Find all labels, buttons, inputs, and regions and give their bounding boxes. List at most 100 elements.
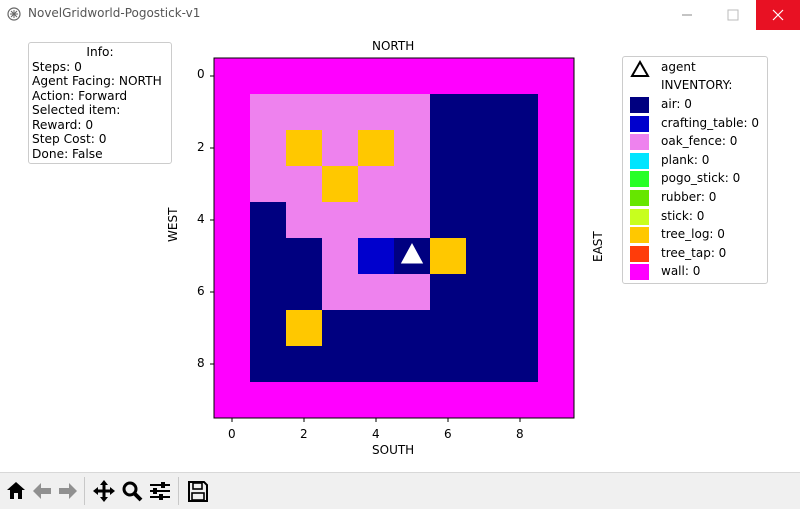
legend-swatch [630,152,649,169]
grid-cell-air [466,346,503,383]
home-button[interactable] [4,478,28,504]
legend-swatch [630,208,649,225]
grid-cell-air [502,202,539,239]
grid-cell-oak-fence [358,274,395,311]
pan-icon [93,480,115,502]
grid-cell-air [358,310,395,347]
back-arrow-icon [33,483,51,499]
grid-cell-wall [538,346,575,383]
grid-cell-air [322,310,359,347]
grid-cell-wall [214,202,251,239]
legend-box: agent INVENTORY: air: 0 crafting_table: 0… [622,56,768,284]
y-tick-label: 6 [197,284,205,298]
window-title: NovelGridworld-Pogostick-v1 [28,6,201,20]
legend-label: pogo_stick: 0 [661,171,741,186]
grid-cell-tree-log [430,238,467,275]
grid-cell-wall [430,382,467,419]
grid-cell-wall [214,58,251,95]
forward-button[interactable] [56,478,80,504]
grid-cell-oak-fence [250,166,287,203]
legend-item-tree-tap: tree_tap: 0 [623,245,767,263]
grid-cell-oak-fence [358,94,395,131]
minimize-button[interactable] [664,0,710,30]
grid-cell-tree-log [286,130,323,167]
close-button[interactable] [756,0,800,30]
grid-cell-wall [214,310,251,347]
grid-cell-wall [394,58,431,95]
legend-label: tree_tap: 0 [661,245,727,260]
grid-cell-oak-fence [322,94,359,131]
grid-cell-air [430,94,467,131]
grid-cell-oak-fence [394,274,431,311]
grid-cell-oak-fence [394,94,431,131]
grid-cell-tree-log [322,166,359,203]
app-icon [7,7,21,21]
grid-cell-oak-fence [322,238,359,275]
legend-label: crafting_table: 0 [661,115,760,130]
grid-cell-crafting-table [358,238,395,275]
grid-cell-wall [538,130,575,167]
home-icon [7,482,25,499]
y-tick-label: 2 [197,140,205,154]
grid-cell-air [430,202,467,239]
back-button[interactable] [30,478,54,504]
grid-cell-air [466,310,503,347]
grid-cell-air [250,238,287,275]
grid-cell-wall [322,382,359,419]
grid-cell-wall [214,94,251,131]
grid-cell-wall [358,382,395,419]
grid-cell-oak-fence [394,202,431,239]
grid-cell-oak-fence [250,94,287,131]
grid-cell-wall [430,58,467,95]
grid-cell-wall [466,58,503,95]
grid-cell-wall [538,94,575,131]
grid-cell-oak-fence [286,166,323,203]
maximize-button[interactable] [710,0,756,30]
grid-cell-wall [214,130,251,167]
legend-item-oak-fence: oak_fence: 0 [623,133,767,151]
grid-cell-air [250,310,287,347]
x-tick-label: 0 [228,427,236,441]
grid-cell-air [358,346,395,383]
legend-item-plank: plank: 0 [623,152,767,170]
grid-cell-air [322,346,359,383]
legend-swatch [630,245,649,262]
legend-swatch [630,264,649,281]
grid-cell-air [466,238,503,275]
grid-cell-tree-log [286,310,323,347]
y-tick-label: 8 [197,356,205,370]
y-tick-label: 4 [197,212,205,226]
legend-label: wall: 0 [661,264,701,279]
grid-cell-oak-fence [250,130,287,167]
grid-cell-air [430,274,467,311]
configure-subplots-button[interactable] [148,478,172,504]
figure-canvas: Info: Steps: 0 Agent Facing: NORTH Actio… [0,30,800,472]
grid-cell-wall [358,58,395,95]
grid-cell-wall [538,58,575,95]
zoom-button[interactable] [120,478,144,504]
grid-cell-air [466,202,503,239]
legend-label: stick: 0 [661,208,705,223]
save-button[interactable] [186,478,210,504]
legend-swatch [630,97,649,113]
grid-cell-oak-fence [394,166,431,203]
grid-cell-wall [214,166,251,203]
legend-swatch [630,115,649,132]
legend-label: rubber: 0 [661,190,717,204]
grid-cell-air [286,346,323,383]
toolbar-separator [178,477,179,505]
maximize-icon [727,9,739,21]
grid-cell-wall [394,382,431,419]
grid-cell-air [502,346,539,383]
grid-cell-air [502,274,539,311]
grid-cell-wall [538,202,575,239]
grid-cell-oak-fence [322,202,359,239]
grid-cell-air [430,310,467,347]
legend-label: plank: 0 [661,152,710,167]
grid-cell-air [430,130,467,167]
grid-cell-wall [214,346,251,383]
minimize-icon [682,14,692,16]
pan-button[interactable] [92,478,116,504]
close-icon [772,9,784,21]
grid-cell-wall [286,58,323,95]
